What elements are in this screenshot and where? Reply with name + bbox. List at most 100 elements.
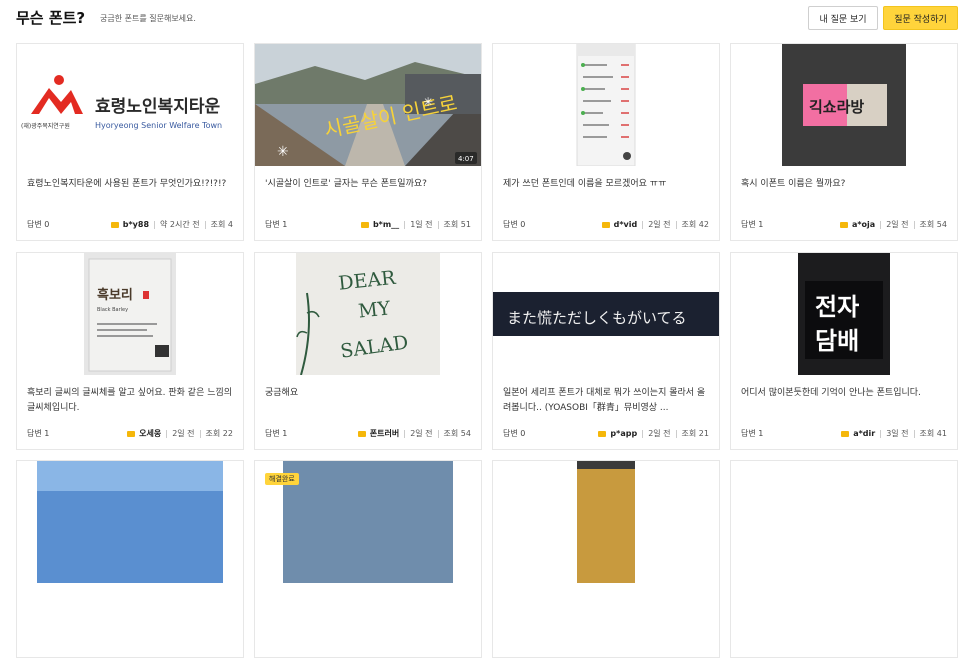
card-meta: 답변 0 b*y88 약 2시간 전 조회 4: [27, 219, 233, 231]
divider: [199, 429, 201, 438]
card-thumbnail: 시골살이 인트로 ✳ ✳ 4:07: [255, 44, 481, 166]
question-card[interactable]: 흑보리 Black Barley 흑보리 글씨의 글씨체를 알고 싶어요. 판화…: [16, 252, 244, 450]
author-name: a*dir: [853, 429, 876, 438]
card-meta: 답변 0 d*vid 2일 전 조회 42: [503, 219, 709, 231]
post-time: 2일 전: [886, 220, 909, 229]
view-count: 조회 42: [681, 220, 709, 229]
page-header: 무슨 폰트? 궁금한 폰트를 질문해보세요. 내 질문 보기 질문 작성하기: [0, 0, 966, 38]
answer-count: 답변 1: [27, 429, 50, 438]
post-time: 2일 전: [648, 429, 671, 438]
divider: [166, 429, 168, 438]
japanese-lyric: また慌ただしくもがいてる: [507, 309, 687, 327]
answer-count: 답변 0: [503, 429, 526, 438]
welfare-logo-main: 효령노인복지타운: [95, 96, 220, 117]
question-card[interactable]: [730, 460, 958, 658]
card-thumbnail: DEAR MY SALAD: [255, 253, 481, 375]
folder-icon: [357, 430, 366, 437]
card-thumbnail: [17, 461, 243, 583]
card-thumbnail: 전자 담배: [731, 253, 957, 375]
question-card[interactable]: 긱쇼라방 혹시 이폰트 이름은 뭘까요? 답변 1 a*oja 2일 전 조회 …: [730, 43, 958, 241]
neon-sign-line-2: 담배: [815, 327, 859, 355]
card-meta: 답변 1 오세웅 2일 전 조회 22: [27, 428, 233, 440]
card-meta: 답변 1 폰트러버 2일 전 조회 54: [265, 428, 471, 440]
my-questions-button[interactable]: 내 질문 보기: [808, 6, 878, 30]
divider: [913, 429, 915, 438]
author-name: b*m__: [372, 220, 400, 229]
divider: [404, 429, 406, 438]
divider: [913, 220, 915, 229]
divider: [642, 220, 644, 229]
question-card[interactable]: 효령노인복지타운 (재)광주복지연구원 Hyoryeong Senior Wel…: [16, 43, 244, 241]
author-name: d*vid: [613, 220, 638, 229]
welfare-logo-eng: Hyoryeong Senior Welfare Town: [95, 121, 222, 130]
sunset-image: [493, 461, 719, 583]
card-meta: 답변 0 p*app 2일 전 조회 21: [503, 428, 709, 440]
folder-icon: [841, 430, 850, 437]
question-card[interactable]: 시골살이 인트로 ✳ ✳ 4:07 '시골살이 인트로' 글자는 무슨 폰트일까…: [254, 43, 482, 241]
divider: [642, 429, 644, 438]
post-time: 약 2시간 전: [160, 220, 200, 229]
card-title[interactable]: 일본어 세리프 폰트가 대체로 뭐가 쓰이는지 몰라서 올려봅니다.. (YOA…: [503, 386, 709, 416]
card-title[interactable]: 흑보리 글씨의 글씨체를 알고 싶어요. 판화 같은 느낌의 글씨체입니다.: [27, 386, 233, 416]
answer-count: 답변 0: [27, 220, 50, 229]
japanese-lyric-image: また慌ただしくもがいてる: [493, 253, 719, 375]
divider: [437, 220, 439, 229]
answer-count: 답변 1: [265, 429, 288, 438]
card-thumbnail: [493, 44, 719, 166]
write-question-button[interactable]: 질문 작성하기: [883, 6, 958, 30]
post-time: 2일 전: [648, 220, 671, 229]
card-title[interactable]: 어디서 많이본듯한데 기억이 안나는 폰트입니다.: [741, 386, 947, 401]
question-card[interactable]: また慌ただしくもがいてる 일본어 세리프 폰트가 대체로 뭐가 쓰이는지 몰라서…: [492, 252, 720, 450]
card-thumbnail: [493, 461, 719, 583]
barley-sub: Black Barley: [97, 307, 128, 313]
neon-sign-line-1: 전자: [815, 293, 859, 321]
answer-count: 답변 0: [503, 220, 526, 229]
author-name: a*oja: [851, 220, 876, 229]
divider: [204, 220, 206, 229]
dna-image: [17, 461, 243, 583]
resolved-badge: 해결완료: [265, 473, 299, 485]
divider: [675, 220, 677, 229]
divider: [675, 429, 677, 438]
question-card[interactable]: [16, 460, 244, 658]
handwriting-image: DEAR MY SALAD: [255, 253, 481, 375]
card-title[interactable]: 궁금해요: [265, 386, 471, 401]
card-thumbnail: 해결완료: [255, 461, 481, 583]
post-time: 2일 전: [172, 429, 195, 438]
card-title[interactable]: 혹시 이폰트 이름은 뭘까요?: [741, 177, 947, 192]
card-title[interactable]: 제가 쓰던 폰트인데 이름을 모르겠어요 ㅠㅠ: [503, 177, 709, 192]
question-card[interactable]: 전자 담배 어디서 많이본듯한데 기억이 안나는 폰트입니다. 답변 1 a*d…: [730, 252, 958, 450]
question-card[interactable]: [492, 460, 720, 658]
card-thumbnail: 긱쇼라방: [731, 44, 957, 166]
author-name: p*app: [610, 429, 638, 438]
card-title[interactable]: 효령노인복지타운에 사용된 폰트가 무엇인가요!?!?!?: [27, 177, 233, 192]
video-duration: 4:07: [458, 155, 474, 163]
view-count: 조회 21: [681, 429, 709, 438]
post-time: 2일 전: [410, 429, 433, 438]
handwriting-line-2: MY: [357, 297, 392, 322]
card-meta: 답변 1 a*oja 2일 전 조회 54: [741, 219, 947, 231]
folder-icon: [360, 221, 369, 228]
view-count: 조회 41: [919, 429, 947, 438]
village-video-image: 시골살이 인트로 ✳ ✳ 4:07: [255, 44, 481, 166]
sparkle-icon: ✳: [423, 95, 433, 109]
folder-icon: [839, 221, 848, 228]
barley-title: 흑보리: [97, 287, 133, 303]
view-count: 조회 22: [205, 429, 233, 438]
question-card[interactable]: 해결완료: [254, 460, 482, 658]
welfare-logo-sub: (재)광주복지연구원: [21, 122, 70, 130]
author-name: 폰트러버: [369, 429, 400, 438]
question-card[interactable]: 제가 쓰던 폰트인데 이름을 모르겠어요 ㅠㅠ 답변 0 d*vid 2일 전 …: [492, 43, 720, 241]
folder-icon: [598, 430, 607, 437]
card-meta: 답변 1 b*m__ 1일 전 조회 51: [265, 219, 471, 231]
view-count: 조회 51: [443, 220, 471, 229]
card-title[interactable]: '시골살이 인트로' 글자는 무슨 폰트일까요?: [265, 177, 471, 192]
view-count: 조회 4: [210, 220, 233, 229]
card-thumbnail: また慌ただしくもがいてる: [493, 253, 719, 375]
sign-text: 긱쇼라방: [809, 98, 864, 116]
welfare-logo-image: 효령노인복지타운 (재)광주복지연구원 Hyoryeong Senior Wel…: [17, 44, 243, 166]
sign-image: 긱쇼라방: [731, 44, 957, 166]
question-card[interactable]: DEAR MY SALAD 궁금해요 답변 1 폰트러버 2일 전 조회 54: [254, 252, 482, 450]
post-time: 3일 전: [886, 429, 909, 438]
page-subtitle: 궁금한 폰트를 질문해보세요.: [100, 14, 196, 23]
